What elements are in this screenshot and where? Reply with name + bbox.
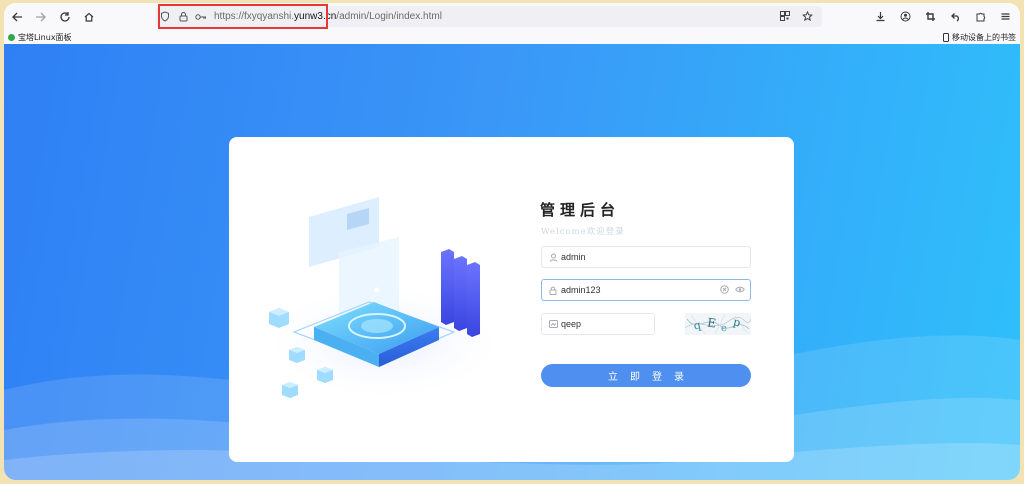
bookmark-mobile-label: 移动设备上的书签: [952, 32, 1016, 42]
login-subtitle: Welcome欢迎登录: [541, 227, 625, 237]
url-path: /admin/Login/index.html: [336, 11, 442, 22]
lock-icon: [545, 286, 561, 295]
login-button[interactable]: 立即登录: [541, 364, 751, 387]
password-input[interactable]: [561, 285, 681, 295]
toolbar-actions: [869, 5, 1016, 27]
password-actions: [720, 285, 745, 296]
url-text: https://fxyqyanshi.yunw3.cn/admin/Login/…: [214, 11, 442, 22]
bookmarks-bar: 宝塔Linux面板 移动设备上的书签: [4, 30, 1020, 44]
extensions-icon[interactable]: [969, 5, 991, 27]
captcha-char-2: E: [706, 316, 717, 331]
screenshot-icon[interactable]: [919, 5, 941, 27]
user-icon: [545, 253, 561, 262]
browser-window: https://fxyqyanshi.yunw3.cn/admin/Login/…: [4, 3, 1020, 480]
url-actions: [776, 7, 816, 25]
url-bar[interactable]: https://fxyqyanshi.yunw3.cn/admin/Login/…: [156, 6, 822, 27]
username-field[interactable]: [541, 246, 751, 268]
undo-icon[interactable]: [944, 5, 966, 27]
captcha-input[interactable]: [561, 319, 641, 329]
reload-icon[interactable]: [54, 6, 76, 28]
bookmark-baota[interactable]: 宝塔Linux面板: [8, 32, 72, 43]
isometric-illustration: [259, 197, 509, 402]
password-field[interactable]: [541, 279, 751, 301]
url-prefix: https://fxyqyanshi.: [214, 11, 295, 22]
key-icon[interactable]: [192, 8, 210, 26]
login-card: 管理后台 Welcome欢迎登录 admin admin123 qeep q E…: [229, 137, 794, 462]
url-host: yunw3.cn: [294, 11, 337, 22]
baota-icon: [8, 33, 15, 41]
account-icon[interactable]: [894, 5, 916, 27]
home-icon[interactable]: [78, 6, 100, 28]
captcha-image[interactable]: q E e p: [685, 313, 751, 335]
captcha-char-1: q: [692, 318, 702, 332]
shield-icon[interactable]: [156, 8, 174, 26]
download-icon[interactable]: [869, 5, 891, 27]
captcha-field[interactable]: [541, 313, 655, 335]
browser-toolbar: https://fxyqyanshi.yunw3.cn/admin/Login/…: [4, 3, 1020, 30]
login-title: 管理后台: [540, 201, 621, 219]
bookmark-star-icon[interactable]: [798, 7, 816, 25]
forward-arrow-icon[interactable]: [30, 6, 52, 28]
lock-icon[interactable]: [174, 8, 192, 26]
back-arrow-icon[interactable]: [6, 6, 28, 28]
clear-icon[interactable]: [720, 285, 729, 296]
captcha-icon: [545, 320, 561, 328]
captcha-char-4: p: [732, 315, 742, 329]
menu-icon[interactable]: [994, 5, 1016, 27]
nav-buttons: [6, 6, 100, 28]
mobile-device-icon: [943, 32, 949, 42]
qr-code-icon[interactable]: [776, 7, 794, 25]
eye-icon[interactable]: [735, 285, 745, 296]
page-background: 管理后台 Welcome欢迎登录 admin admin123 qeep q E…: [4, 44, 1020, 480]
username-input[interactable]: [561, 252, 681, 262]
bookmark-baota-label: 宝塔Linux面板: [18, 32, 72, 42]
bookmark-mobile[interactable]: 移动设备上的书签: [943, 32, 1016, 43]
captcha-char-3: e: [720, 323, 727, 335]
